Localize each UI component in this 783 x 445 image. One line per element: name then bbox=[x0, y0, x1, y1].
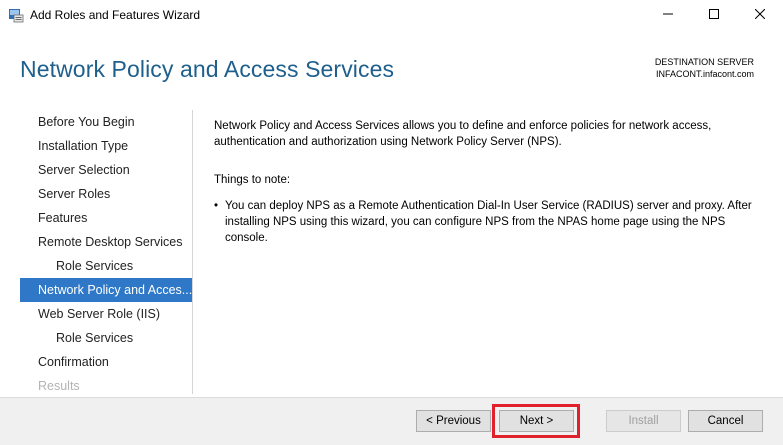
note-text: You can deploy NPS as a Remote Authentic… bbox=[225, 200, 752, 244]
bullet-icon: • bbox=[214, 200, 219, 212]
note-heading: Things to note: bbox=[214, 174, 291, 186]
nav-item-confirmation[interactable]: Confirmation bbox=[20, 350, 192, 374]
content-panel: Network Policy and Access Services allow… bbox=[214, 118, 759, 246]
page-title: Network Policy and Access Services bbox=[20, 56, 395, 82]
maximize-button[interactable] bbox=[691, 0, 737, 30]
window-title: Add Roles and Features Wizard bbox=[30, 8, 201, 22]
minimize-button[interactable] bbox=[645, 0, 691, 30]
minimize-icon bbox=[663, 6, 673, 24]
destination-server-name: INFACONT.infacont.com bbox=[655, 69, 754, 79]
install-button: Install bbox=[606, 410, 681, 432]
cancel-button[interactable]: Cancel bbox=[688, 410, 763, 432]
previous-button[interactable]: < Previous bbox=[416, 410, 491, 432]
nav-item-web-server-role[interactable]: Web Server Role (IIS) bbox=[20, 302, 192, 326]
nav-item-installation-type[interactable]: Installation Type bbox=[20, 134, 192, 158]
title-bar: Add Roles and Features Wizard bbox=[0, 0, 783, 30]
nav-item-rds-role-services[interactable]: Role Services bbox=[20, 254, 192, 278]
close-icon bbox=[754, 6, 766, 24]
nav-item-results: Results bbox=[38, 379, 80, 393]
next-button-highlight bbox=[492, 404, 580, 438]
close-button[interactable] bbox=[737, 0, 783, 30]
nav-item-server-selection[interactable]: Server Selection bbox=[20, 158, 192, 182]
nav-item-iis-role-services[interactable]: Role Services bbox=[20, 326, 192, 350]
intro-text: Network Policy and Access Services allow… bbox=[214, 120, 712, 148]
destination-server-label: DESTINATION SERVER bbox=[654, 57, 754, 67]
maximize-icon bbox=[709, 6, 719, 24]
nav-item-network-policy[interactable]: Network Policy and Acces... bbox=[20, 278, 192, 302]
nav-item-remote-desktop-services[interactable]: Remote Desktop Services bbox=[20, 230, 192, 254]
note-list-item: • You can deploy NPS as a Remote Authent… bbox=[214, 198, 759, 246]
background-strip bbox=[0, 439, 783, 445]
nav-item-server-roles[interactable]: Server Roles bbox=[20, 182, 192, 206]
nav-item-before-you-begin[interactable]: Before You Begin bbox=[20, 110, 192, 134]
nav-divider bbox=[192, 110, 193, 394]
wizard-navigation: Before You Begin Installation Type Serve… bbox=[20, 110, 192, 394]
server-manager-icon bbox=[8, 7, 24, 23]
nav-item-features[interactable]: Features bbox=[20, 206, 192, 230]
